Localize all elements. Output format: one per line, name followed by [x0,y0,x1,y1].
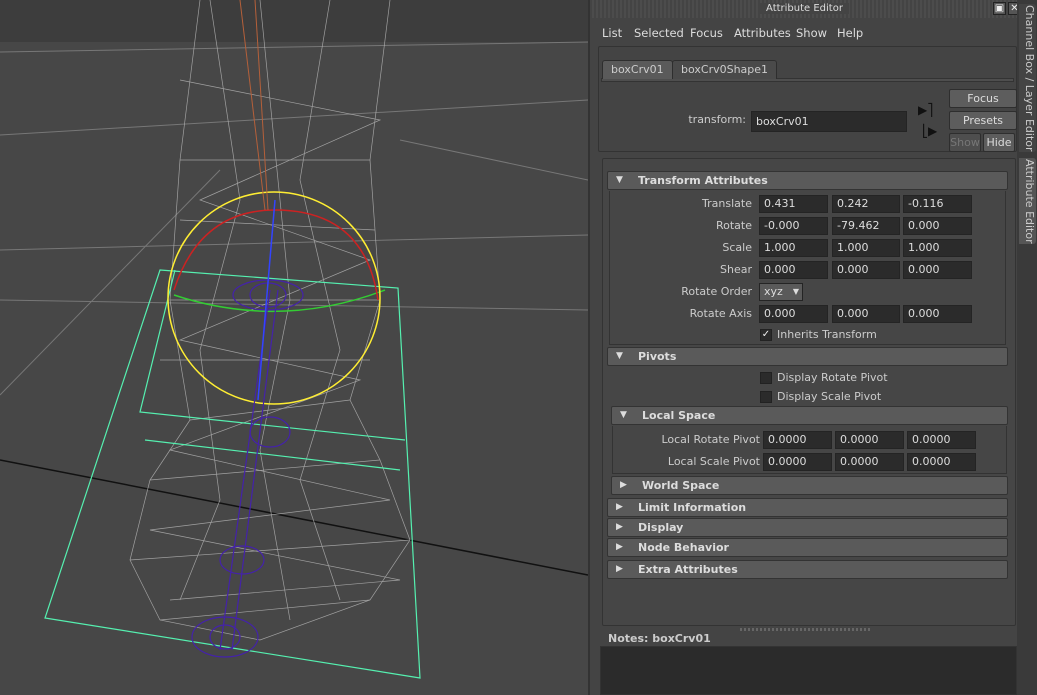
scale-x-field[interactable]: 1.000 [759,239,828,257]
collapsed-triangle-icon: ▶ [616,502,623,512]
section-world-space[interactable]: ▶ World Space [611,476,1008,495]
display-rotate-pivot-label: Display Rotate Pivot [777,371,888,384]
hide-button[interactable]: Hide [983,133,1015,152]
rotate-x-field[interactable]: -0.000 [759,217,828,235]
section-title: Local Space [642,409,716,422]
collapsed-triangle-icon: ▶ [616,542,623,552]
local-rotate-pivot-label: Local Rotate Pivot [661,433,760,446]
collapsed-triangle-icon: ▶ [616,522,623,532]
section-title: World Space [642,479,720,492]
rotate-axis-y[interactable]: 0.000 [832,305,900,323]
wireframe-leg [129,0,411,641]
menu-list[interactable]: List [602,26,622,40]
menu-show[interactable]: Show [796,26,827,40]
rotate-order-label: Rotate Order [681,285,752,298]
window-title-bar[interactable]: Attribute Editor [590,0,1019,18]
restore-icon[interactable]: ▣ [993,2,1006,15]
collapsed-triangle-icon: ▶ [616,564,623,574]
section-title: Extra Attributes [638,563,738,576]
grid-axis [0,459,588,576]
rotate-axis-label: Rotate Axis [689,307,752,320]
shear-x-field[interactable]: 0.000 [759,261,828,279]
local-rotate-pivot-y-field[interactable]: 0.0000 [835,431,904,449]
display-rotate-pivot-checkbox[interactable] [760,372,772,384]
section-title: Node Behavior [638,541,729,554]
local-scale-pivot-z-field[interactable]: 0.0000 [907,453,976,471]
collapsed-triangle-icon: ▶ [620,480,627,490]
notes-textarea[interactable] [600,646,1017,695]
inherits-transform-checkbox[interactable]: ✓ [760,329,772,341]
window-title: Attribute Editor [760,3,849,14]
translate-x-field[interactable]: 0.431 [759,195,828,213]
local-scale-pivot-y-field[interactable]: 0.0000 [835,453,904,471]
side-tab-strip: Channel Box / Layer Editor Attribute Edi… [1017,0,1037,695]
rotate-label: Rotate [715,219,752,232]
load-input-icon[interactable]: ▶⎤ [918,103,933,117]
local-rotate-pivot-x-field[interactable]: 0.0000 [763,431,832,449]
rotate-y-field[interactable]: -79.462 [832,217,900,235]
show-button[interactable]: Show [949,133,981,152]
rotate-z-field[interactable]: 0.000 [903,217,972,235]
local-rotate-pivot-z-field[interactable]: 0.0000 [907,431,976,449]
shear-y-field[interactable]: 0.000 [832,261,900,279]
section-limit-information[interactable]: ▶ Limit Information [607,498,1008,517]
yellow-rotate-circle [167,191,381,405]
attribute-editor-panel: Attribute Editor ▣ ✕ List Selected Focus… [588,0,1021,695]
section-node-behavior[interactable]: ▶ Node Behavior [607,538,1008,557]
expanded-triangle-icon: ▼ [616,351,623,361]
section-pivots[interactable]: ▼ Pivots [607,347,1008,366]
load-output-icon[interactable]: ⎣▶ [922,124,937,138]
section-transform-attributes[interactable]: ▼ Transform Attributes [607,171,1008,190]
translate-z-field[interactable]: -0.116 [903,195,972,213]
section-title: Transform Attributes [638,174,768,187]
green-arc [173,289,386,313]
translate-label: Translate [702,197,752,210]
tab-boxCrv01[interactable]: boxCrv01 [602,60,673,79]
box-curve [44,269,421,679]
transform-label: transform: [688,113,746,126]
local-scale-pivot-x-field[interactable]: 0.0000 [763,453,832,471]
notes-label: Notes: boxCrv01 [608,632,711,645]
inherits-transform-label: Inherits Transform [777,328,877,341]
local-scale-pivot-label: Local Scale Pivot [667,455,760,468]
rotate-axis-z[interactable]: 0.000 [903,305,972,323]
expanded-triangle-icon: ▼ [616,175,623,185]
menu-help[interactable]: Help [837,26,863,40]
shear-z-field[interactable]: 0.000 [903,261,972,279]
shear-label: Shear [720,263,752,276]
splitter-handle[interactable] [740,628,870,631]
3d-viewport[interactable] [0,0,588,695]
section-title: Display [638,521,684,534]
presets-button[interactable]: Presets [949,111,1017,130]
rotate-axis-x[interactable]: 0.000 [759,305,828,323]
section-display[interactable]: ▶ Display [607,518,1008,537]
menu-attributes[interactable]: Attributes [734,26,791,40]
section-local-space[interactable]: ▼ Local Space [611,406,1008,425]
expanded-triangle-icon: ▼ [620,410,627,420]
tab-channel-box-layer-editor[interactable]: Channel Box / Layer Editor [1019,4,1036,152]
scale-label: Scale [722,241,752,254]
tab-attribute-editor[interactable]: Attribute Editor [1019,158,1036,244]
node-name-input[interactable]: boxCrv01 [751,111,907,132]
section-title: Pivots [638,350,677,363]
tab-boxCrv0Shape1[interactable]: boxCrv0Shape1 [672,60,778,79]
rotate-order-dropdown[interactable]: xyz ▼ [759,283,803,301]
rotate-order-value: xyz [764,285,783,298]
menu-selected[interactable]: Selected [634,26,684,40]
chevron-down-icon: ▼ [792,287,799,296]
section-title: Limit Information [638,501,747,514]
scale-y-field[interactable]: 1.000 [832,239,900,257]
display-scale-pivot-checkbox[interactable] [760,391,772,403]
scale-z-field[interactable]: 1.000 [903,239,972,257]
viewport-scene [0,0,588,679]
focus-button[interactable]: Focus [949,89,1017,108]
menu-focus[interactable]: Focus [690,26,723,40]
grid [0,41,588,396]
display-scale-pivot-label: Display Scale Pivot [777,390,882,403]
translate-y-field[interactable]: 0.242 [832,195,900,213]
red-arc [173,209,379,301]
section-extra-attributes[interactable]: ▶ Extra Attributes [607,560,1008,579]
